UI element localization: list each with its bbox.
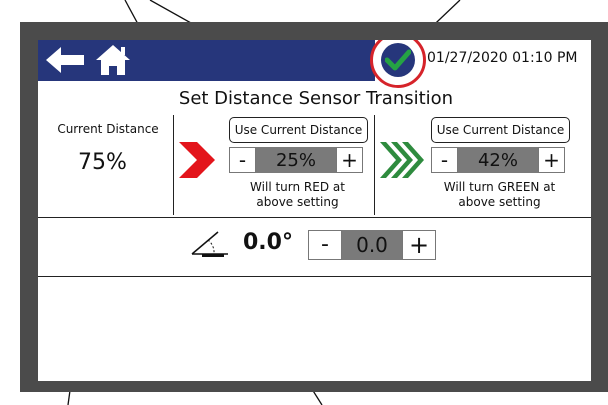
red-note-line1: Will turn RED at <box>250 180 345 194</box>
angle-decrease-button[interactable]: - <box>308 230 342 260</box>
back-button[interactable] <box>42 42 88 78</box>
use-current-distance-red-button[interactable]: Use Current Distance <box>229 117 368 143</box>
touch-screen: 01/27/2020 01:10 PM Set Distance Sensor … <box>38 40 591 381</box>
angle-setting-value: 0.0 <box>342 230 402 260</box>
column-divider <box>374 115 375 215</box>
header: 01/27/2020 01:10 PM <box>38 40 591 88</box>
red-note: Will turn RED at above setting <box>229 180 366 210</box>
datetime: 01/27/2020 01:10 PM <box>427 50 578 66</box>
header-bar <box>38 40 375 81</box>
green-note-line1: Will turn GREEN at <box>443 180 556 194</box>
tilt-angle-icon <box>191 231 228 257</box>
green-increase-button[interactable]: + <box>538 147 565 173</box>
use-current-distance-green-button[interactable]: Use Current Distance <box>431 117 570 143</box>
green-note: Will turn GREEN at above setting <box>431 180 568 210</box>
status-icon-background <box>381 43 415 77</box>
red-threshold-value: 25% <box>256 147 336 173</box>
green-threshold-stepper: - 42% + <box>431 147 565 173</box>
checkmark-icon <box>385 49 411 71</box>
home-icon <box>96 45 130 75</box>
green-chevrons-icon <box>380 142 424 178</box>
red-threshold-stepper: - 25% + <box>229 147 363 173</box>
page-title: Set Distance Sensor Transition <box>178 88 454 109</box>
current-angle-value: 0.0° <box>243 230 293 255</box>
angle-stepper: - 0.0 + <box>308 230 436 260</box>
angle-increase-button[interactable]: + <box>402 230 436 260</box>
device-frame: 01/27/2020 01:10 PM Set Distance Sensor … <box>0 0 608 405</box>
status-indicator[interactable] <box>370 40 426 88</box>
green-threshold-value: 42% <box>458 147 538 173</box>
current-distance-value: 75% <box>78 150 127 175</box>
red-chevron-icon <box>179 142 215 178</box>
current-distance-label: Current Distance <box>57 122 159 136</box>
green-decrease-button[interactable]: - <box>431 147 458 173</box>
red-decrease-button[interactable]: - <box>229 147 256 173</box>
section-divider <box>38 217 591 218</box>
back-arrow-icon <box>46 47 84 73</box>
red-note-line2: above setting <box>256 195 339 209</box>
home-button[interactable] <box>92 42 134 78</box>
red-increase-button[interactable]: + <box>336 147 363 173</box>
column-divider <box>173 115 174 215</box>
section-divider <box>38 276 591 277</box>
green-note-line2: above setting <box>458 195 541 209</box>
